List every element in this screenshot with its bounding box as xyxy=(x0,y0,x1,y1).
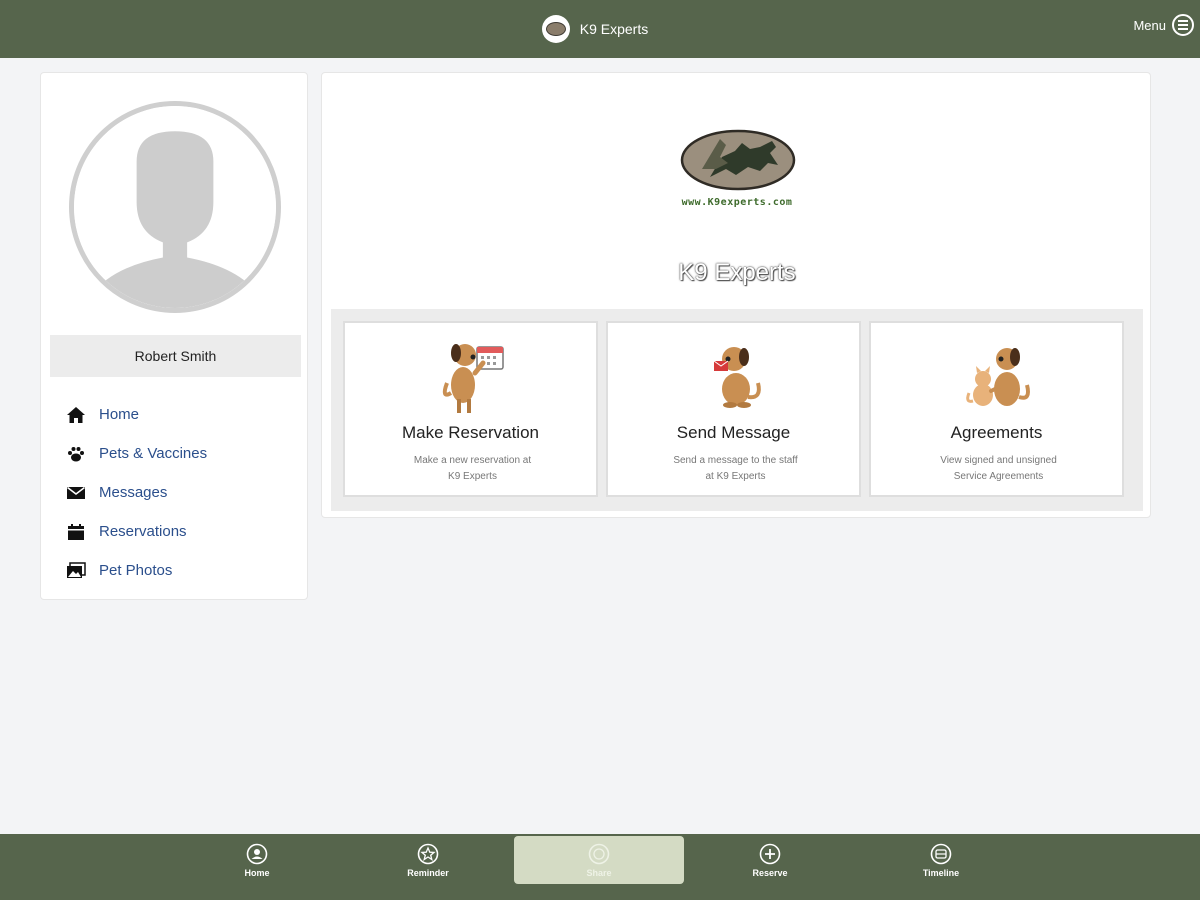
hamburger-icon xyxy=(1172,14,1194,36)
action-desc-line: Make a new reservation at xyxy=(413,455,532,466)
main-panel: www.K9experts.com K9 Experts Make Reserv… xyxy=(321,72,1151,518)
home-icon xyxy=(65,404,87,426)
tab-reminder[interactable]: Reminder xyxy=(343,836,513,884)
sidebar-item-pet-photos[interactable]: Pet Photos xyxy=(65,551,207,590)
menu-label: Menu xyxy=(1133,17,1166,33)
tab-home[interactable]: Home xyxy=(172,836,342,884)
user-name: Robert Smith xyxy=(50,335,301,377)
action-desc-line: K9 Experts xyxy=(448,471,497,482)
action-title: Make Reservation xyxy=(401,423,539,442)
sidebar-nav: Home Pets & Vaccines Messages Reservatio… xyxy=(65,395,207,590)
tab-label: Reminder xyxy=(407,867,449,878)
sidebar-item-label: Home xyxy=(99,406,140,423)
menu-button[interactable]: Menu xyxy=(1133,14,1194,36)
sidebar-item-reservations[interactable]: Reservations xyxy=(65,512,207,551)
action-desc-line: Send a message to the staff xyxy=(673,455,798,466)
action-description: Make a new reservation at K9 Experts xyxy=(370,453,575,485)
dog-calendar-icon xyxy=(442,344,504,413)
k9-logo: www.K9experts.com xyxy=(672,125,802,215)
share-circle-icon xyxy=(588,843,610,864)
dog-and-cat-icon xyxy=(965,348,1030,406)
dog-envelope-icon xyxy=(713,347,761,408)
agreements-card[interactable]: Agreements View signed and unsigned Serv… xyxy=(869,321,1124,497)
action-desc-line: Service Agreements xyxy=(953,471,1044,482)
logo-url-text: www.K9experts.com xyxy=(681,197,793,208)
brand[interactable]: K9 Experts xyxy=(541,15,649,43)
action-grid: Make Reservation Make a new reservation … xyxy=(331,309,1143,511)
make-reservation-card[interactable]: Make Reservation Make a new reservation … xyxy=(343,321,598,497)
action-title: Send Message xyxy=(676,423,791,442)
sidebar-item-home[interactable]: Home xyxy=(65,395,207,434)
avatar-placeholder-icon xyxy=(74,106,276,308)
tab-share[interactable]: Share xyxy=(514,836,684,884)
hero-title: K9 Experts xyxy=(678,259,796,286)
star-circle-icon xyxy=(417,843,439,864)
user-circle-icon xyxy=(246,843,268,864)
timeline-circle-icon xyxy=(930,843,952,864)
tab-label: Share xyxy=(586,867,612,878)
brand-title: K9 Experts xyxy=(579,21,649,37)
bottom-tab-bar: Home Reminder Share Reserve Timeline xyxy=(0,834,1200,900)
k9-logo-emblem-icon xyxy=(680,129,796,191)
sidebar-item-messages[interactable]: Messages xyxy=(65,473,207,512)
send-message-card[interactable]: Send Message Send a message to the staff… xyxy=(606,321,861,497)
tab-timeline[interactable]: Timeline xyxy=(856,836,1026,884)
action-description: View signed and unsigned Service Agreeme… xyxy=(896,453,1101,485)
photo-icon xyxy=(65,560,87,582)
sidebar-item-pets-vaccines[interactable]: Pets & Vaccines xyxy=(65,434,207,473)
sidebar-item-label: Messages xyxy=(99,484,168,501)
tab-label: Home xyxy=(244,867,270,878)
tab-reserve[interactable]: Reserve xyxy=(685,836,855,884)
avatar[interactable] xyxy=(69,101,281,313)
paw-icon xyxy=(65,443,87,465)
plus-circle-icon xyxy=(759,843,781,864)
tab-label: Timeline xyxy=(922,867,960,878)
action-title: Agreements xyxy=(950,423,1043,442)
sidebar-item-label: Pets & Vaccines xyxy=(99,445,208,462)
action-description: Send a message to the staff at K9 Expert… xyxy=(633,453,838,485)
calendar-icon xyxy=(65,521,87,543)
brand-logo-icon xyxy=(541,15,570,43)
profile-sidebar: Robert Smith Home Pets & Vaccines Messag… xyxy=(40,72,308,600)
tab-label: Reserve xyxy=(752,867,788,878)
envelope-icon xyxy=(65,482,87,504)
sidebar-item-label: Reservations xyxy=(99,523,187,540)
sidebar-item-label: Pet Photos xyxy=(99,562,173,579)
top-bar: K9 Experts Menu xyxy=(0,0,1200,58)
action-desc-line: at K9 Experts xyxy=(705,471,766,482)
action-desc-line: View signed and unsigned xyxy=(940,455,1057,466)
